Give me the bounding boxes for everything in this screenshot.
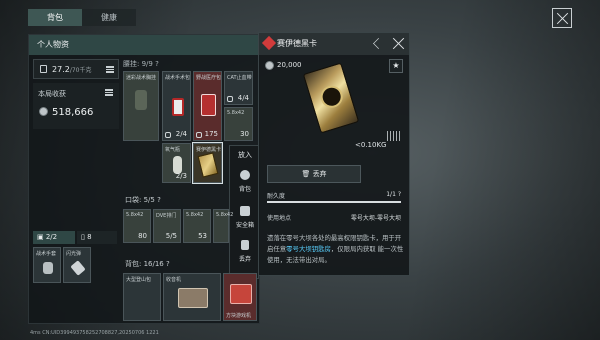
- menu-item-safebox[interactable]: 安全箱: [230, 220, 260, 229]
- quick-slot[interactable]: 战术手套: [33, 247, 61, 283]
- pack-slot[interactable]: 方块游戏机: [223, 273, 257, 321]
- quick-slot[interactable]: 闪光弹: [63, 247, 91, 283]
- item-detail-panel: 赛伊德黑卡 20,000 ★ <0.10KG 🗑 丢弃 耐久度 1/1 ? 使用…: [258, 32, 410, 276]
- plus-icon: [196, 132, 202, 138]
- favorite-icon[interactable]: ★: [389, 59, 403, 73]
- tab-health[interactable]: 健康: [82, 9, 136, 26]
- first-aid-icon: [201, 94, 216, 116]
- durability-bar: [267, 201, 401, 203]
- weight-value: 27.2/70千克: [52, 65, 92, 74]
- game-console-icon: [230, 284, 252, 304]
- glove-icon: [43, 262, 53, 274]
- inventory-slot[interactable]: 5.8x42 30: [224, 107, 253, 141]
- backpack-icon[interactable]: [240, 170, 250, 180]
- lock-icon: [40, 65, 47, 73]
- medkit-icon: [172, 98, 184, 116]
- inventory-slot[interactable]: 氧气瓶 2/3: [162, 143, 191, 183]
- location-row: 使用地点 零号大坝-零号大坝: [267, 215, 401, 222]
- tab-backpack[interactable]: 背包: [28, 9, 82, 26]
- quick-tab-left[interactable]: ▣ 2/2: [33, 231, 75, 244]
- drop-button[interactable]: 🗑 丢弃: [267, 165, 361, 183]
- tab-bar: 背包 健康: [28, 9, 136, 26]
- safe-box-icon[interactable]: [240, 206, 250, 216]
- size-grid-icon: [387, 131, 401, 141]
- weight-box: 27.2/70千克: [33, 59, 119, 79]
- pocket-slot[interactable]: DVE排门 5/5: [153, 209, 181, 243]
- pocket-slot[interactable]: 5.8x42: [213, 209, 233, 243]
- tourniquet-icon: [227, 96, 233, 102]
- inventory-panel: 个人物资 27.2/70千克 本局收获 518,666 腰挂: 9/9 ? 迷彩…: [28, 34, 260, 324]
- detail-title: 赛伊德黑卡: [277, 39, 317, 48]
- menu-item-backpack[interactable]: 背包: [230, 184, 260, 193]
- inventory-slot[interactable]: 战术手术包 2/4: [162, 71, 191, 141]
- trash-icon: 🗑: [301, 170, 313, 178]
- pack-icon: ▣: [37, 233, 46, 241]
- keycard-icon: [197, 152, 219, 178]
- belt-label: 腰挂: 9/9 ?: [123, 60, 159, 68]
- inventory-slot-selected[interactable]: 赛伊德黑卡: [192, 142, 223, 184]
- context-menu: 放入 背包 安全箱 丢弃: [229, 145, 259, 279]
- income-box: 本局收获 518,666: [33, 83, 119, 129]
- cross-icon: [165, 132, 171, 138]
- grenade-icon: [70, 260, 86, 276]
- menu-icon[interactable]: [106, 66, 114, 73]
- close-icon[interactable]: [392, 37, 405, 50]
- pack-label: 背包: 16/16 ?: [125, 260, 170, 268]
- pocket-slot[interactable]: 5.8x42 80: [123, 209, 151, 243]
- income-label: 本局收获: [38, 90, 66, 98]
- coin-icon: [265, 61, 274, 70]
- pocket-label: 口袋: 5/5 ?: [125, 196, 161, 204]
- item-price: 20,000: [277, 61, 302, 69]
- menu-item-discard[interactable]: 丢弃: [230, 254, 260, 263]
- quick-tab-right[interactable]: ▯ 8: [77, 231, 117, 244]
- durability-row: 耐久度 1/1 ?: [267, 191, 401, 200]
- collapse-icon[interactable]: [373, 38, 384, 49]
- coin-icon: [39, 107, 48, 116]
- detail-header: 赛伊德黑卡: [259, 33, 409, 55]
- inventory-slot[interactable]: CAT止血带 4/4: [224, 71, 253, 105]
- panel-title: 个人物资: [29, 35, 259, 55]
- income-value: 518,666: [52, 107, 94, 118]
- pack-slot[interactable]: 收音机: [163, 273, 221, 321]
- rarity-icon: [261, 35, 277, 51]
- menu-item-put[interactable]: 放入: [230, 150, 260, 160]
- stats-column: 27.2/70千克 本局收获 518,666: [33, 59, 119, 129]
- pocket-slot[interactable]: 5.8x42 53: [183, 209, 211, 243]
- close-icon[interactable]: [552, 8, 572, 28]
- keycard-image: [302, 62, 360, 134]
- footer-status: 4ms CN:UID399493758252708827,20250706 12…: [30, 330, 159, 336]
- menu-icon[interactable]: [105, 89, 113, 96]
- pack-slot[interactable]: 大型登山包: [123, 273, 161, 321]
- vest-icon: [135, 90, 147, 110]
- inventory-slot[interactable]: 迷彩战术胸挂: [123, 71, 159, 141]
- item-description: 遗落在零号大坝各处的最高权限钥匙卡，用于开启任意零号大坝钥匙房，仅限局内获取 能…: [267, 234, 404, 264]
- item-weight: <0.10KG: [355, 141, 387, 149]
- radio-icon: [178, 288, 208, 308]
- trash-icon[interactable]: [241, 240, 249, 250]
- inventory-slot[interactable]: 野战医疗包 175: [193, 71, 222, 141]
